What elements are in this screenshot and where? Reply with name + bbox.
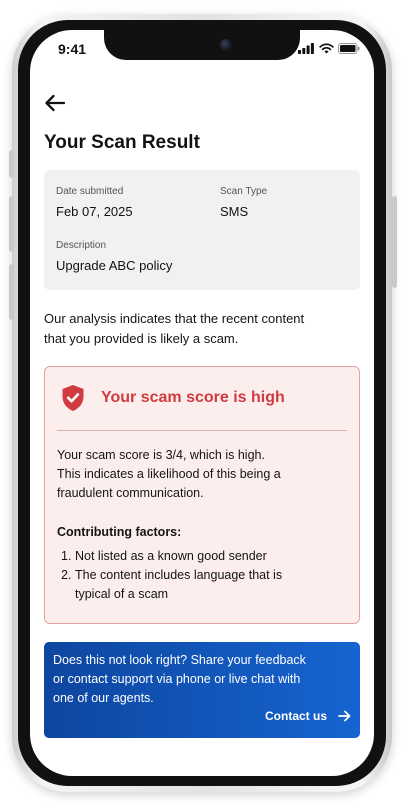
feedback-text: Does this not look right? Share your fee… [53, 651, 351, 708]
contact-us-link[interactable]: Contact us [265, 709, 327, 723]
date-submitted-value: Feb 07, 2025 [56, 204, 133, 219]
description-value: Upgrade ABC policy [56, 258, 173, 273]
analysis-line: Our analysis indicates that the recent c… [44, 311, 305, 326]
alert-body-line: This indicates a likelihood of this bein… [57, 467, 281, 481]
factor-item: 2. The content includes language that is… [57, 566, 353, 604]
alert-title: Your scam score is high [101, 389, 285, 406]
factor-item: 1. Not listed as a known good sender [57, 547, 353, 566]
camera-icon [220, 39, 232, 51]
shield-alert-icon [62, 385, 84, 411]
factor-text: typical of a scam [75, 587, 169, 601]
analysis-line: that you provided is likely a scam. [44, 331, 239, 346]
alert-body: Your scam score is 3/4, which is high. T… [57, 446, 353, 503]
phone-power-button [392, 196, 397, 288]
notch [104, 30, 300, 60]
scan-type-label: Scan Type [220, 186, 268, 197]
alert-body-line: Your scam score is 3/4, which is high. [57, 448, 265, 462]
arrow-right-icon[interactable] [338, 710, 351, 722]
factor-text: The content includes language that is [75, 568, 283, 582]
feedback-line: or contact support via phone or live cha… [53, 672, 301, 686]
factors-heading: Contributing factors: [57, 525, 182, 539]
battery-icon [338, 43, 360, 54]
factor-text: Not listed as a known good sender [75, 549, 267, 563]
description-label: Description [56, 240, 107, 251]
alert-body-line: fraudulent communication. [57, 486, 204, 500]
alert-divider [57, 430, 347, 431]
status-icons [298, 43, 360, 55]
feedback-line: Does this not look right? Share your fee… [53, 653, 306, 667]
back-arrow-icon [45, 94, 66, 112]
factor-number: 2. [61, 568, 72, 582]
status-time: 9:41 [58, 41, 87, 57]
wifi-icon [319, 43, 334, 54]
back-button[interactable] [42, 91, 68, 115]
signal-icon [298, 43, 314, 54]
factors-list: 1. Not listed as a known good sender 2. … [57, 547, 353, 604]
phone-volume-down [9, 264, 14, 320]
phone-volume-up [9, 196, 14, 252]
factor-number: 1. [61, 549, 72, 563]
phone-mute-switch [9, 150, 14, 178]
app-screen: 9:41 Your Scan Result Date submitted Feb… [30, 30, 374, 776]
scan-details-card: Date submitted Feb 07, 2025 Scan Type SM… [44, 170, 360, 290]
scan-type-value: SMS [220, 204, 249, 219]
scam-score-alert: Your scam score is high Your scam score … [44, 366, 360, 624]
analysis-summary: Our analysis indicates that the recent c… [44, 309, 364, 349]
feedback-line: one of our agents. [53, 691, 154, 705]
feedback-panel: Does this not look right? Share your fee… [44, 642, 360, 738]
date-submitted-label: Date submitted [56, 186, 124, 197]
page-title: Your Scan Result [44, 132, 200, 153]
